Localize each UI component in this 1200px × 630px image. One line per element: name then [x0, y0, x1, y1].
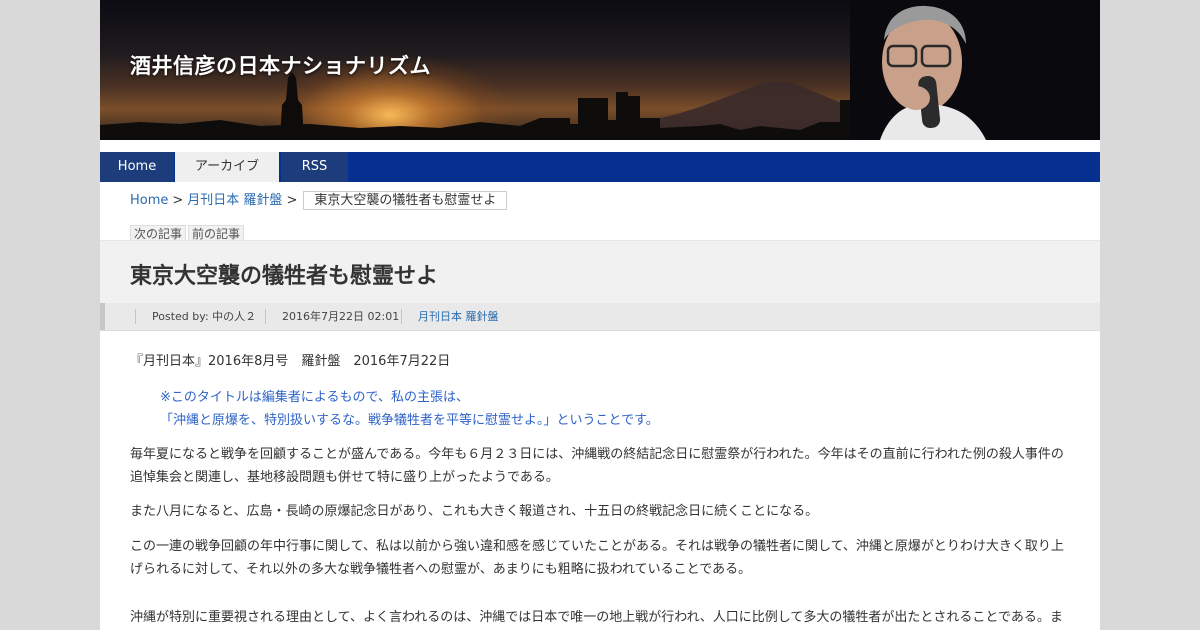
- nav-item-archive[interactable]: アーカイブ: [175, 152, 279, 182]
- breadcrumb-home-link[interactable]: Home: [130, 193, 168, 208]
- breadcrumb-category-link[interactable]: 月刊日本 羅針盤: [187, 193, 282, 208]
- post-meta: Posted by: 中の人２ 2016年7月22日 02:01 月刊日本 羅針…: [100, 303, 1100, 331]
- post-category-link[interactable]: 月刊日本 羅針盤: [418, 310, 499, 323]
- breadcrumb: Home > 月刊日本 羅針盤 > 東京大空襲の犠牲者も慰霊せよ: [130, 191, 508, 211]
- editor-note: ※このタイトルは編集者によるもので、私の主張は、 「沖縄と原爆を、特別扱いするな…: [160, 386, 659, 432]
- nav-item-home[interactable]: Home: [100, 152, 174, 182]
- post-author: Posted by: 中の人２: [135, 309, 256, 324]
- main-nav: Home アーカイブ RSS: [100, 152, 1100, 182]
- site-header: 酒井信彦の日本ナショナリズム: [100, 0, 1100, 140]
- breadcrumb-separator: >: [286, 193, 298, 208]
- post-title: 東京大空襲の犠牲者も慰霊せよ: [130, 264, 439, 289]
- page: 酒井信彦の日本ナショナリズム Home アーカイブ RSS Home > 月刊日本 …: [100, 0, 1100, 630]
- nav-item-rss[interactable]: RSS: [281, 152, 348, 182]
- editor-note-line: ※このタイトルは編集者によるもので、私の主張は、: [160, 390, 469, 405]
- content-paragraph: また八月になると、広島・長崎の原爆記念日があり、これも大きく報道され、十五日の終…: [130, 504, 819, 519]
- content-paragraph: 毎年夏になると戦争を回顧することが盛んである。今年も６月２３日には、沖縄戦の終結…: [130, 447, 1064, 485]
- content-paragraph: 沖縄が特別に重要視される理由として、よく言われるのは、沖縄では日本で唯一の地上戦…: [130, 610, 1063, 625]
- breadcrumb-current: 東京大空襲の犠牲者も慰霊せよ: [303, 191, 508, 210]
- content-paragraph: 『月刊日本』2016年8月号 羅針盤 2016年7月22日: [130, 354, 451, 369]
- site-title[interactable]: 酒井信彦の日本ナショナリズム: [130, 50, 431, 80]
- title-band: 東京大空襲の犠牲者も慰霊せよ: [100, 240, 1100, 304]
- editor-note-line: 「沖縄と原爆を、特別扱いするな。戦争犠牲者を平等に慰霊せよ。」ということです。: [160, 413, 659, 428]
- breadcrumb-separator: >: [172, 193, 184, 208]
- post-date: 2016年7月22日 02:01: [265, 309, 399, 324]
- content-paragraph: この一連の戦争回顧の年中行事に関して、私は以前から強い違和感を感じていたことがあ…: [130, 539, 1064, 577]
- post-category: 月刊日本 羅針盤: [401, 309, 499, 324]
- meta-accent-bar: [100, 303, 105, 330]
